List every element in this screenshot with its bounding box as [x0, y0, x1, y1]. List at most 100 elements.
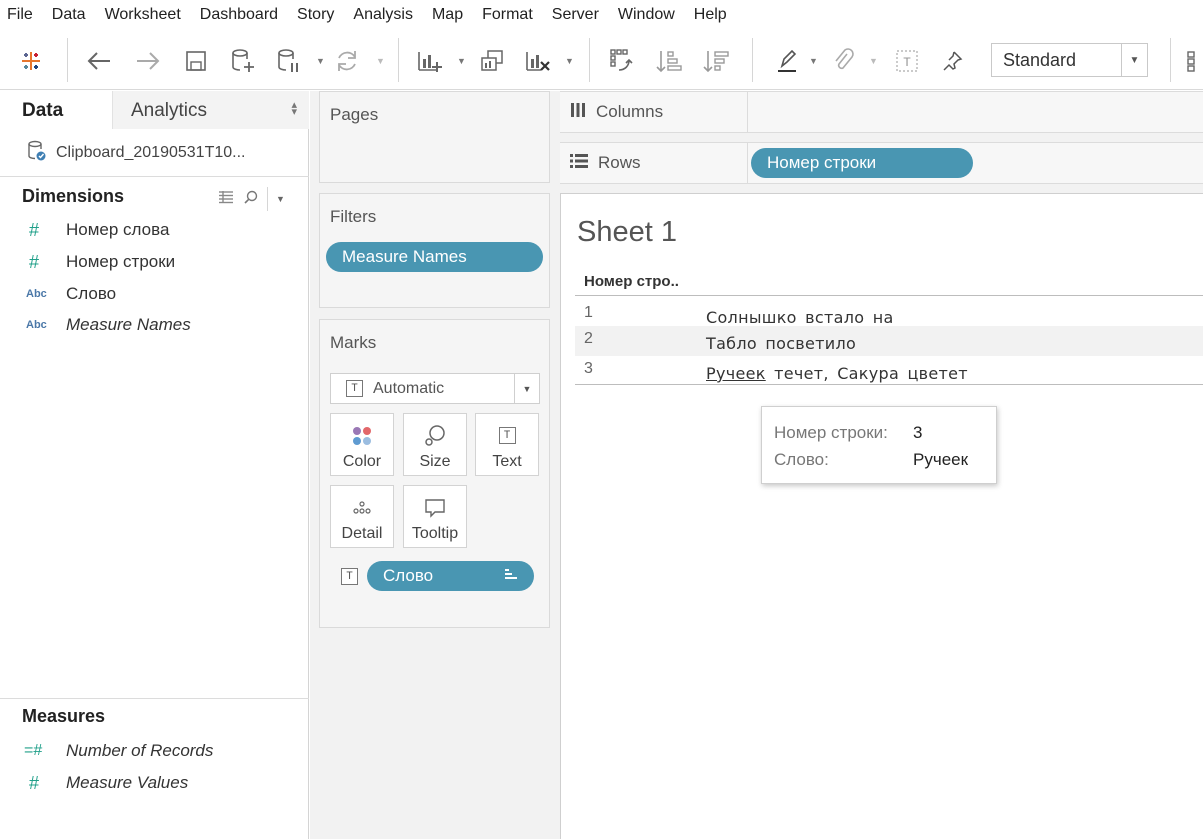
marks-color-button[interactable]: Color [330, 413, 394, 476]
chevron-down-icon[interactable]: ▼ [1121, 44, 1147, 76]
detail-icon [351, 495, 373, 520]
duplicate-sheet-icon[interactable] [477, 45, 507, 77]
menu-worksheet[interactable]: Worksheet [98, 0, 193, 30]
word-mark[interactable]: посветило [765, 334, 856, 353]
show-mark-labels-icon[interactable]: T [893, 45, 921, 77]
chevron-down-icon[interactable]: ▼ [514, 374, 539, 403]
menu-help[interactable]: Help [687, 0, 739, 30]
marks-tooltip-button[interactable]: Tooltip [403, 485, 467, 548]
field-number-of-records[interactable]: =# Number of Records [0, 736, 309, 766]
field-label: Слово [66, 284, 117, 303]
menu-analysis[interactable]: Analysis [346, 0, 425, 30]
word-mark[interactable]: цветет [907, 364, 967, 383]
pause-updates-icon[interactable] [274, 45, 304, 77]
tab-data[interactable]: Data [0, 91, 112, 129]
divider [0, 176, 309, 177]
word-mark[interactable]: на [873, 308, 894, 327]
text-mark-icon: T [346, 380, 363, 397]
caret-down-icon[interactable]: ▼ [869, 56, 878, 66]
new-worksheet-icon[interactable] [414, 45, 446, 77]
caret-down-icon[interactable]: ▼ [376, 56, 385, 66]
word-mark[interactable]: течет, [774, 364, 829, 383]
menu-window[interactable]: Window [611, 0, 687, 30]
menu-story[interactable]: Story [290, 0, 346, 30]
field-measure-names[interactable]: Abc Measure Names [0, 310, 309, 340]
show-me-icon[interactable] [1183, 45, 1203, 77]
word-mark-hovered[interactable]: Ручеек [706, 364, 766, 383]
filter-pill-measure-names[interactable]: Measure Names [326, 242, 543, 272]
mark-type-dropdown[interactable]: T Automatic ▼ [330, 373, 540, 404]
rows-shelf[interactable]: Rows Номер строки [560, 142, 1203, 184]
fix-axes-icon[interactable] [938, 45, 966, 77]
columns-icon [570, 102, 586, 122]
group-members-icon[interactable] [829, 45, 857, 77]
row-header-nomer-stroki[interactable]: Номер стро.. [584, 273, 679, 290]
caret-down-icon[interactable]: ▼ [457, 56, 466, 66]
caret-down-icon[interactable]: ▼ [809, 56, 818, 66]
menu-file[interactable]: File [0, 0, 45, 30]
calculated-number-field-icon: =# [24, 742, 43, 759]
refresh-icon[interactable] [331, 45, 363, 77]
toolbar: ▼ ▼ ▼ ▼ ▼ ▼ T Standard ▼ [0, 30, 1203, 90]
marks-detail-button[interactable]: Detail [330, 485, 394, 548]
table-row[interactable]: 2 Табло посветило [575, 326, 1203, 356]
pane-tabs: Data Analytics ▴ ▾ [0, 91, 309, 129]
field-label: Measure Names [66, 315, 191, 334]
pages-title: Pages [330, 105, 379, 124]
caret-down-icon[interactable]: ▼ [276, 194, 285, 204]
undo-icon[interactable] [84, 45, 114, 77]
rows-pill-label: Номер строки [767, 153, 877, 172]
search-icon[interactable] [244, 190, 258, 208]
marks-size-label: Size [419, 453, 451, 470]
swap-rows-columns-icon[interactable] [605, 45, 637, 77]
menu-data[interactable]: Data [45, 0, 98, 30]
shelves-pane: Pages Filters Measure Names Marks T Auto… [310, 91, 560, 839]
toolbar-separator [589, 38, 590, 82]
field-measure-values[interactable]: # Measure Values [0, 768, 309, 798]
marks-text-button[interactable]: T Text [475, 413, 539, 476]
tooltip-icon [424, 495, 446, 520]
highlight-icon[interactable] [772, 45, 802, 77]
marks-title: Marks [330, 333, 377, 352]
word-mark[interactable]: встало [805, 308, 864, 327]
tooltip-word-value: Ручеек [913, 450, 969, 469]
field-slovo[interactable]: Abc Слово [0, 279, 309, 309]
new-datasource-icon[interactable] [228, 45, 258, 77]
row-number: 1 [584, 304, 593, 321]
marks-text-pill-label: Слово [383, 566, 434, 585]
rows-columns-area: Columns Rows Номер строки [560, 91, 1203, 193]
word-mark[interactable]: Солнышко [706, 308, 797, 327]
sort-ascending-icon[interactable] [653, 45, 685, 77]
clear-sheet-icon[interactable] [522, 45, 554, 77]
menu-format[interactable]: Format [475, 0, 545, 30]
caret-down-icon[interactable]: ▼ [316, 56, 325, 66]
filters-card[interactable]: Filters Measure Names [319, 193, 550, 308]
field-nomer-slova[interactable]: # Номер слова [0, 215, 309, 245]
svg-text:T: T [903, 55, 911, 70]
menu-dashboard[interactable]: Dashboard [193, 0, 290, 30]
sort-descending-icon[interactable] [700, 45, 732, 77]
up-down-arrows-icon[interactable]: ▴ ▾ [291, 100, 297, 118]
redo-icon[interactable] [133, 45, 163, 77]
view-list-icon[interactable] [218, 190, 234, 208]
worksheet-view[interactable]: Sheet 1 Номер стро.. 1 Солнышко встало н… [560, 193, 1203, 839]
marks-size-button[interactable]: Size [403, 413, 467, 476]
datasource-item[interactable]: Clipboard_20190531T10... [0, 137, 309, 169]
menu-map[interactable]: Map [425, 0, 475, 30]
tableau-logo-icon[interactable] [16, 45, 46, 77]
word-mark[interactable]: Табло [706, 334, 757, 353]
caret-down-icon[interactable]: ▼ [565, 56, 574, 66]
marks-tooltip-label: Tooltip [411, 525, 459, 542]
word-mark[interactable]: Сакура [837, 364, 899, 383]
columns-shelf[interactable]: Columns [560, 91, 1203, 133]
rows-pill-nomer-stroki[interactable]: Номер строки [751, 148, 973, 178]
menu-server[interactable]: Server [545, 0, 611, 30]
table-row[interactable]: 3 Ручеек течет, Сакура цветет [575, 356, 1203, 386]
tab-analytics[interactable]: Analytics ▴ ▾ [112, 91, 309, 129]
pages-card[interactable]: Pages [319, 91, 550, 183]
fit-dropdown[interactable]: Standard ▼ [991, 43, 1148, 77]
save-icon[interactable] [182, 45, 210, 77]
field-nomer-stroki[interactable]: # Номер строки [0, 247, 309, 277]
marks-text-pill-slovo[interactable]: Слово [367, 561, 534, 591]
sheet-title[interactable]: Sheet 1 [577, 216, 677, 249]
